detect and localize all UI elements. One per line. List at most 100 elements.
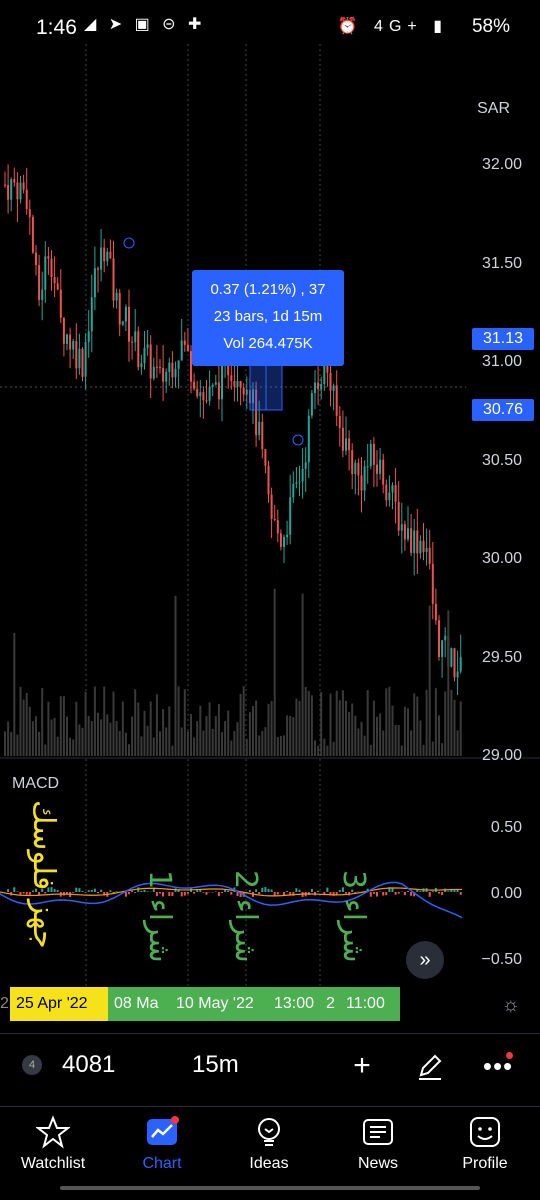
candle-body [295,482,298,484]
candle-body [103,247,106,262]
candle-body [431,563,434,604]
annotation-get-money-ready[interactable]: جهز فلوسك [26,800,61,949]
time-axis[interactable]: 21 25 Apr '22 08 Ma 10 May '22 13:00 2 1… [0,987,540,1021]
volume-bar [252,706,254,756]
nav-ideas[interactable]: Ideas [224,1115,314,1173]
candle-body [391,485,394,493]
more-button[interactable]: ••• [476,1044,520,1088]
interval-button[interactable]: 15m [192,1051,239,1079]
volume-bar [103,686,106,756]
news-icon [363,1119,393,1145]
volume-bar [124,732,127,756]
symbol-button[interactable]: 4081 [62,1051,115,1079]
volume-bar [183,689,186,756]
nav-profile[interactable]: Profile [440,1115,530,1173]
volume-bar [419,720,422,756]
macd-histogram [431,891,434,892]
scroll-to-realtime-button[interactable]: » [406,941,444,979]
volume-bar [366,690,369,756]
volume-bar [388,686,391,756]
price-chart[interactable] [0,44,540,994]
candle-body [177,360,180,369]
volume-bar [211,728,214,756]
volume-bar [69,737,72,756]
candle-body [357,462,360,476]
macd-histogram [441,892,444,895]
volume-bar [447,610,450,756]
volume-bar [159,731,161,756]
volume-bar [78,724,81,756]
candle-body [121,321,124,325]
bulb-icon [258,1118,280,1146]
candle-body [400,524,403,531]
symbol-badge[interactable]: 4 [22,1055,42,1075]
macd-histogram [90,889,93,892]
volume-bar [459,701,462,756]
volume-bar [19,686,22,756]
candle-body [354,462,357,475]
nav-watchlist[interactable]: Watchlist [8,1115,98,1173]
volume-bar [143,710,146,756]
nav-news[interactable]: News [333,1115,423,1173]
macd-histogram [134,892,137,893]
nav-label: Chart [142,1155,182,1172]
annotation-buy-2[interactable]: 2 شراء [228,870,263,963]
currency-label[interactable]: SAR [477,100,510,118]
candle-body [143,347,146,364]
macd-histogram [397,892,400,894]
candle-body [369,444,372,467]
volume-bar [50,719,53,756]
volume-bar [391,705,394,756]
candle-body [376,464,378,474]
volume-bar [279,735,282,756]
macd-histogram [72,892,75,893]
volume-bar [93,686,96,756]
chart-icon [147,1116,179,1145]
price-tick: 29.50 [481,649,522,666]
macd-histogram [391,888,394,892]
macd-histogram [382,892,385,896]
macd-histogram [419,890,422,892]
time-label: 11:00 [340,987,400,1021]
tooltip-change: 0.37 (1.21%) , 37 [210,281,326,298]
candle-body [124,306,127,322]
add-button[interactable]: + [340,1044,384,1088]
nav-chart[interactable]: Chart [117,1115,207,1173]
macd-histogram [19,892,22,895]
candle-body [22,182,25,190]
chart-area[interactable]: SAR 32.00 31.50 31.00 30.50 30.00 29.50 … [0,44,540,994]
candle-body [149,344,152,379]
volume-bar [255,700,258,756]
chart-settings-icon[interactable]: ☼ [502,994,520,1017]
candle-body [410,528,413,553]
volume-bar [100,719,103,756]
macd-label[interactable]: MACD [12,775,59,793]
annotation-buy-1[interactable]: 1 شراء [142,870,177,963]
volume-bar [174,595,177,756]
tooltip-volume: Vol 264.475K [223,335,313,352]
volume-bar [441,743,444,756]
candle-body [413,530,416,553]
volume-bar [146,725,149,756]
volume-bar [242,686,245,756]
volume-bar [97,712,99,756]
candle-body [84,342,87,377]
annotation-buy-3[interactable]: 3 شراء [336,870,371,963]
volume-bar [171,745,174,756]
status-time: 1:46 [36,16,77,39]
macd-histogram [75,887,78,892]
volume-bar [38,731,41,756]
volume-bar [233,731,236,756]
macd-histogram [326,887,329,892]
candle-body [230,375,233,381]
macd-histogram [183,892,186,896]
volume-bar [431,741,434,756]
candle-body [382,459,385,485]
volume-bar [25,692,28,756]
candle-body [28,209,31,217]
macd-histogram [7,889,10,892]
volume-bar [335,690,338,756]
drawing-tools-button[interactable] [408,1044,452,1088]
plus-icon: + [353,1049,371,1082]
candle-body [286,534,289,538]
